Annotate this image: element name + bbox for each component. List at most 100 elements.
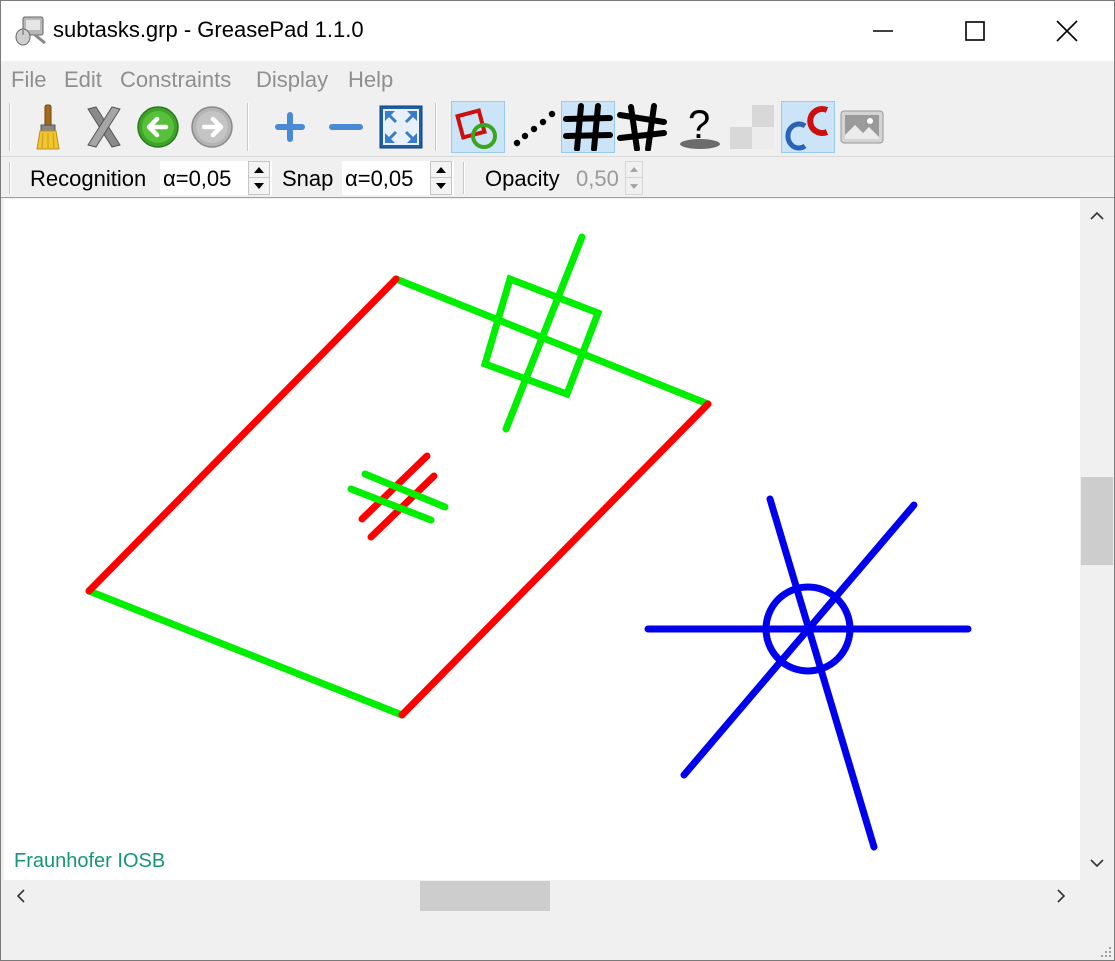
stroke-segment[interactable]	[85, 587, 406, 719]
minimize-button[interactable]	[837, 1, 929, 61]
zoom-out-button[interactable]	[319, 101, 373, 153]
maximize-icon	[965, 21, 985, 41]
spin-down-button[interactable]	[626, 178, 642, 194]
stroke-segment[interactable]	[766, 495, 878, 851]
undo-button[interactable]	[131, 101, 185, 153]
snap-label: Snap	[282, 166, 334, 191]
chevron-up-icon	[1090, 211, 1104, 220]
maximize-button[interactable]	[929, 1, 1021, 61]
caret-up-icon	[436, 166, 446, 173]
redo-button[interactable]	[185, 101, 239, 153]
scroll-right-button[interactable]	[1044, 880, 1078, 912]
close-button[interactable]	[1021, 1, 1113, 61]
toolbar-grip[interactable]	[9, 162, 11, 194]
vertical-scroll-thumb[interactable]	[1081, 477, 1113, 565]
toggle-points-button[interactable]	[507, 101, 561, 153]
scroll-down-button[interactable]	[1080, 846, 1114, 880]
toggle-unevaluated-icon: ?	[680, 103, 720, 149]
horizontal-scrollbar[interactable]	[4, 880, 1080, 912]
toggle-inconsistent-button[interactable]	[615, 101, 669, 153]
menu-display[interactable]: Display	[256, 67, 328, 93]
minimize-icon	[873, 30, 893, 32]
screenshot-button[interactable]	[835, 101, 889, 153]
status-bar	[1, 912, 1114, 960]
toolbar-grip[interactable]	[463, 162, 465, 194]
snap-alpha-spinbox[interactable]: α=0,05	[342, 161, 454, 195]
chevron-left-icon	[16, 889, 25, 903]
spin-down-button[interactable]	[431, 178, 451, 194]
recognition-alpha-value[interactable]: α=0,05	[163, 166, 231, 192]
toggle-constraints-icon	[455, 108, 497, 149]
redo-arrow-icon	[191, 106, 233, 148]
stroke-segment[interactable]	[680, 501, 918, 779]
opacity-spinbox[interactable]: 0,50	[573, 161, 647, 195]
opacity-spin-arrows	[625, 161, 643, 195]
stroke-segment[interactable]	[398, 400, 712, 719]
toolbar-grip[interactable]	[9, 103, 11, 151]
caret-down-icon	[436, 183, 446, 189]
greasepad-app-icon[interactable]	[13, 13, 49, 49]
svg-text:?: ?	[688, 103, 710, 147]
delete-x-icon	[87, 106, 121, 148]
recognition-spin-arrows	[248, 161, 270, 195]
toggle-background-icon	[730, 105, 774, 149]
spin-up-button[interactable]	[626, 162, 642, 178]
window-title: subtasks.grp - GreasePad 1.1.0	[53, 17, 364, 42]
snap-alpha-value[interactable]: α=0,05	[345, 166, 413, 192]
fit-to-window-icon	[379, 105, 423, 149]
recognition-alpha-spinbox[interactable]: α=0,05	[160, 161, 272, 195]
toggle-colors-icon	[785, 106, 829, 151]
toggle-inconsistent-icon	[617, 103, 667, 151]
toggle-unevaluated-button[interactable]: ?	[671, 101, 725, 153]
menu-constraints[interactable]: Constraints	[120, 67, 231, 93]
toggle-points-icon	[513, 110, 556, 147]
stroke-segment[interactable]	[502, 233, 586, 433]
spin-up-button[interactable]	[431, 162, 451, 178]
zoom-in-button[interactable]	[263, 101, 317, 153]
clear-all-button[interactable]	[21, 101, 75, 153]
toggle-background-button[interactable]	[725, 101, 779, 153]
scrollbar-corner	[1080, 880, 1114, 912]
canvas-watermark: Fraunhofer IOSB	[14, 850, 166, 872]
brush-icon	[36, 104, 60, 150]
menu-bar: File Edit Constraints Display Help	[1, 61, 1114, 97]
fit-in-view-button[interactable]	[374, 101, 428, 153]
greasepad-window: subtasks.grp - GreasePad 1.1.0 File Edit…	[0, 0, 1115, 961]
opacity-value[interactable]: 0,50	[576, 166, 619, 192]
toggle-consistent-button[interactable]	[561, 101, 615, 153]
toolbar-grip[interactable]	[435, 103, 437, 151]
zoom-out-icon	[329, 124, 363, 130]
title-bar[interactable]: subtasks.grp - GreasePad 1.1.0	[1, 1, 1114, 61]
spin-down-button[interactable]	[249, 178, 269, 194]
recognition-label: Recognition	[30, 166, 147, 191]
caret-up-icon	[254, 166, 264, 173]
opacity-label: Opacity	[485, 166, 560, 191]
chevron-down-icon	[1090, 859, 1104, 868]
vertical-scrollbar[interactable]	[1080, 199, 1114, 880]
caret-down-icon	[630, 183, 638, 189]
scroll-left-button[interactable]	[4, 880, 38, 912]
chevron-right-icon	[1057, 889, 1066, 903]
drawing-canvas[interactable]: Fraunhofer IOSB	[4, 199, 1080, 880]
main-toolbar: ?	[1, 97, 1114, 157]
options-toolbar: Recognition α=0,05 Snap α=0,05 Opacity 0…	[1, 158, 1114, 198]
menu-file[interactable]: File	[11, 67, 46, 93]
caret-down-icon	[254, 183, 264, 189]
toggle-constraints-button[interactable]	[451, 101, 505, 153]
spin-up-button[interactable]	[249, 162, 269, 178]
toggle-colors-button[interactable]	[781, 101, 835, 153]
snap-spin-arrows	[430, 161, 452, 195]
delete-selection-button[interactable]	[77, 101, 131, 153]
undo-arrow-icon	[137, 106, 179, 148]
scroll-up-button[interactable]	[1080, 199, 1114, 233]
close-icon	[1056, 20, 1078, 42]
resize-grip-icon[interactable]	[1098, 944, 1112, 958]
menu-edit[interactable]: Edit	[64, 67, 102, 93]
screenshot-icon	[840, 110, 884, 144]
stroke-segment[interactable]	[85, 275, 400, 595]
toolbar-grip[interactable]	[247, 103, 249, 151]
horizontal-scroll-thumb[interactable]	[420, 881, 550, 911]
toggle-consistent-icon	[563, 103, 613, 151]
caret-up-icon	[630, 167, 638, 172]
menu-help[interactable]: Help	[348, 67, 393, 93]
